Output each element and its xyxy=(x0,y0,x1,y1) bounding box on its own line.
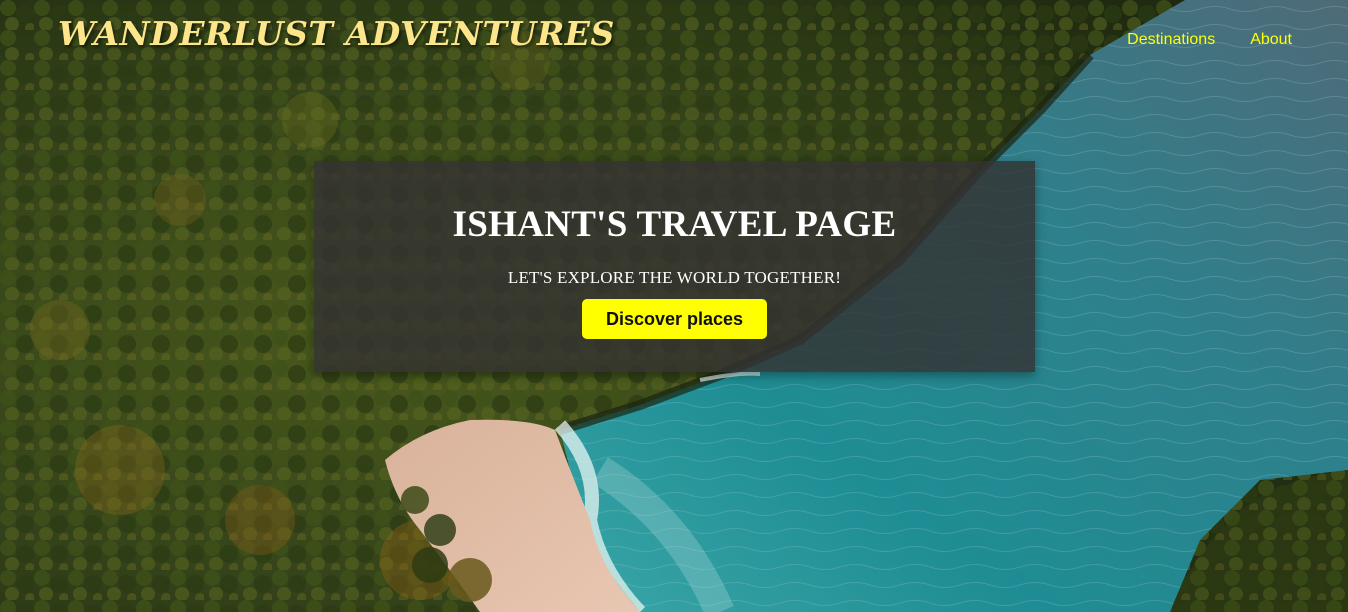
discover-places-button[interactable]: Discover places xyxy=(582,299,767,339)
main-nav: Destinations About xyxy=(1127,31,1292,49)
nav-link-destinations[interactable]: Destinations xyxy=(1127,31,1215,49)
hero-title: ISHANT'S TRAVEL PAGE xyxy=(452,204,897,245)
hero-box: ISHANT'S TRAVEL PAGE LET'S EXPLORE THE W… xyxy=(314,161,1035,372)
site-logo[interactable]: WANDERLUST ADVENTURES xyxy=(58,14,615,53)
hero-subtitle: LET'S EXPLORE THE WORLD TOGETHER! xyxy=(507,268,842,287)
nav-link-about[interactable]: About xyxy=(1250,31,1292,49)
site-header: WANDERLUST ADVENTURES Destinations About xyxy=(0,0,1348,80)
